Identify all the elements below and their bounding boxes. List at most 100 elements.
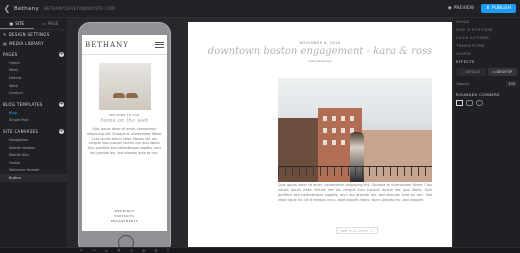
media-icon: ▤ [3,41,8,46]
tab-site-label: SITE [15,20,24,26]
canvases-heading-label: SITE CANVASES [3,129,39,135]
sidebar-item-contact[interactable]: Contact [0,89,67,97]
tab-site[interactable]: ▣ SITE [0,18,34,29]
post-featured-image[interactable] [278,78,432,182]
hamburger-menu-icon[interactable] [155,41,164,48]
post-excerpt: Quis ipsum dolor sit amet, consectetur a… [278,183,432,202]
layers-icon[interactable]: ≡ [105,248,108,253]
sidebar-item-work[interactable]: Work [0,82,67,90]
right-properties-panel: IMAGE SIZE & POSITION CLICK ACTIONS TRAN… [452,18,520,247]
breakpoint-toggle: ◌ DEFAULT ▭ DESKTOP [453,65,520,79]
preview-label: PREVIEW [453,6,475,11]
panel-item-hover[interactable]: HOVER [453,50,520,58]
rounded-corner-icon[interactable] [466,100,473,107]
brush-icon: ✎ [3,32,7,37]
sidebar-item-details[interactable]: Details [0,74,67,82]
rounded-corners-heading: ROUNDED CORNERS [456,91,500,97]
editor-canvas: BETHANY WELCOME TO OUR home on the web Q… [68,18,452,247]
see-full-post-button[interactable]: SEE FULL POST → [336,227,378,234]
help-icon[interactable]: ? [167,248,169,253]
opacity-row: Opacity 100 [453,79,520,88]
add-page-icon[interactable]: + [59,52,64,57]
post-title: downtown boston engagement - kara & ross [207,46,433,57]
mobile-paragraph: Quis ipsum dolor sit amet, consectetur a… [87,127,163,155]
panel-item-image[interactable]: IMAGE [453,18,520,26]
add-canvas-icon[interactable]: + [59,129,64,135]
back-arrow-icon[interactable]: ❮ [0,4,14,13]
opacity-label: Opacity [456,81,470,86]
site-icon: ▣ [9,20,14,26]
sidebar-item-footer[interactable]: Footer [0,159,67,167]
panel-item-transitions[interactable]: TRANSITIONS [453,42,520,50]
panel-item-effects[interactable]: EFFECTS [453,57,520,65]
default-toggle-label: DEFAULT [465,70,481,75]
publish-button[interactable]: ⬆ PUBLISH [481,4,516,13]
shoe-shape [125,93,138,98]
opacity-input[interactable]: 100 [506,80,517,87]
blog-heading-label: BLOG TEMPLATES [3,101,43,107]
shoe-shape [112,93,125,98]
pages-heading: PAGES + [0,50,67,59]
square-corner-icon[interactable] [456,100,463,107]
grid-icon[interactable]: # [117,248,120,253]
tab-page-label: PAGE [47,21,59,26]
railing-shape [278,166,432,176]
zoom-icon[interactable]: ⊕ [142,248,145,253]
page-icon: ▭ [42,21,46,26]
mobile-hero-image[interactable] [98,63,151,110]
mobile-welcome-text: WELCOME TO OUR [109,114,140,117]
desktop-toggle[interactable]: ▭ DESKTOP [487,68,517,77]
sidebar-tabs: ▣ SITE ▭ PAGE [0,18,67,30]
undo-icon[interactable]: ↶ [80,248,83,253]
blog-templates-heading: BLOG TEMPLATES + [0,100,67,109]
pill-corner-icon[interactable] [476,100,483,107]
sidebar-item-mobile-header[interactable]: Mobile Header [0,144,67,152]
media-library-item[interactable]: ▤ MEDIA LIBRARY [0,39,67,48]
mobile-preview-frame: BETHANY WELCOME TO OUR home on the web Q… [78,22,171,247]
desktop-toggle-label: DESKTOP [496,70,513,75]
settings-icon[interactable]: ⚙ [154,248,158,253]
sidebar-item-meet[interactable]: Meet [0,67,67,75]
redo-icon[interactable]: ↷ [92,248,95,253]
desktop-icon: ▭ [492,70,496,75]
mobile-nav-engagements[interactable]: ENGAGEMENTS [82,219,167,224]
publish-icon: ⬆ [486,6,490,11]
desktop-preview[interactable]: NOVEMBER 6, 2018 downtown boston engagem… [188,22,452,247]
design-settings-label: DESIGN SETTINGS [8,32,50,37]
left-sidebar: ▣ SITE ▭ PAGE ✎ DESIGN SETTINGS ▤ MEDIA … [0,18,68,247]
add-blog-template-icon[interactable]: + [59,101,64,107]
sidebar-item-button[interactable]: Button [0,174,67,182]
bottom-toolbar: ↶ ↷ ≡ # ◷ ⊕ ⚙ ? [0,247,520,253]
post-categories: post categories [308,59,332,63]
sidebar-item-single-post[interactable]: Single Post [0,117,67,125]
default-icon: ◌ [461,70,465,75]
pages-heading-label: PAGES [3,52,18,57]
top-bar: ❮ Bethany BETHANY.DAVEYANDKRISTA.COM ◉ P… [0,0,520,18]
post-date: NOVEMBER 6, 2018 [299,41,341,45]
preview-button[interactable]: ◉ PREVIEW [445,4,477,13]
site-url[interactable]: BETHANY.DAVEYANDKRISTA.COM [44,6,115,11]
mobile-header: BETHANY [82,35,167,55]
phone-home-button [118,235,134,247]
tab-page[interactable]: ▭ PAGE [34,18,68,29]
top-actions: ◉ PREVIEW ⬆ PUBLISH [445,4,516,13]
panel-item-click-actions[interactable]: CLICK ACTIONS [453,34,520,42]
mobile-logo: BETHANY [85,40,129,49]
sidebar-item-mobile-nav[interactable]: Mobile Nav [0,151,67,159]
publish-label: PUBLISH [491,6,511,11]
panel-item-size-position[interactable]: SIZE & POSITION [453,26,520,34]
corner-options [453,98,520,108]
history-icon[interactable]: ◷ [129,248,133,253]
site-canvases-heading: SITE CANVASES + [0,127,67,136]
mobile-screen[interactable]: BETHANY WELCOME TO OUR home on the web Q… [82,35,167,231]
sidebar-item-home[interactable]: Home [0,59,67,67]
media-library-label: MEDIA LIBRARY [9,41,44,46]
default-toggle[interactable]: ◌ DEFAULT [456,68,486,77]
mobile-footer-nav: WEDDINGS PORTRAITS ENGAGEMENTS [82,209,167,231]
sidebar-item-navigation[interactable]: Navigation [0,136,67,144]
sidebar-item-welcome-header[interactable]: Welcome Header [0,167,67,175]
design-settings-item[interactable]: ✎ DESIGN SETTINGS [0,30,67,39]
site-title: Bethany [14,5,40,12]
eye-icon: ◉ [447,6,452,11]
sidebar-item-blog[interactable]: Blog [0,109,67,117]
